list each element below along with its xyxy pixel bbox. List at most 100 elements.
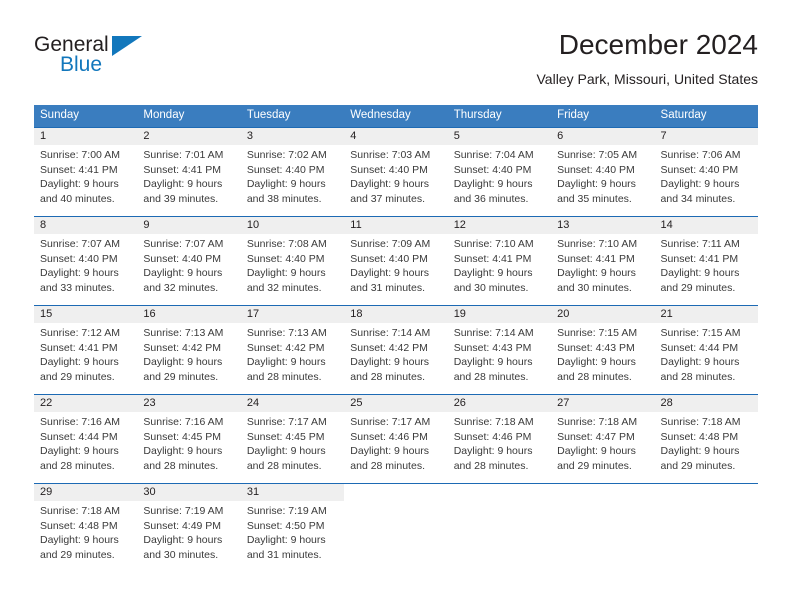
day-number: 29 xyxy=(34,484,138,501)
day-number: 10 xyxy=(240,217,345,234)
daylight-text-line2: and 28 minutes. xyxy=(246,370,322,383)
day-details: Sunrise: 7:04 AM Sunset: 4:40 PM Dayligh… xyxy=(448,145,551,206)
day-details: Sunrise: 7:01 AM Sunset: 4:41 PM Dayligh… xyxy=(137,145,240,206)
daylight-text-line2: and 31 minutes. xyxy=(350,281,425,294)
daylight-text-line1: Daylight: 9 hours xyxy=(143,534,223,547)
day-number: 19 xyxy=(447,306,552,323)
day-cell[interactable]: 19 Sunrise: 7:14 AM Sunset: 4:43 PM Dayl… xyxy=(447,306,552,394)
day-number: 25 xyxy=(344,395,448,412)
day-cell[interactable]: 18 Sunrise: 7:14 AM Sunset: 4:42 PM Dayl… xyxy=(344,306,448,394)
sunrise-text: Sunrise: 7:15 AM xyxy=(660,327,741,339)
day-cell[interactable]: 15 Sunrise: 7:12 AM Sunset: 4:41 PM Dayl… xyxy=(34,306,138,394)
day-cell[interactable]: 22 Sunrise: 7:16 AM Sunset: 4:44 PM Dayl… xyxy=(34,395,138,483)
day-cell[interactable]: 30 Sunrise: 7:19 AM Sunset: 4:49 PM Dayl… xyxy=(137,484,241,572)
day-details: Sunrise: 7:19 AM Sunset: 4:49 PM Dayligh… xyxy=(137,501,240,562)
sunset-text: Sunset: 4:40 PM xyxy=(246,163,325,176)
page-header: General Blue December 2024 Valley Park, … xyxy=(34,28,758,98)
day-details: Sunrise: 7:19 AM Sunset: 4:50 PM Dayligh… xyxy=(241,501,344,562)
day-cell[interactable]: 14 Sunrise: 7:11 AM Sunset: 4:41 PM Dayl… xyxy=(654,217,758,305)
day-cell[interactable]: 12 Sunrise: 7:10 AM Sunset: 4:41 PM Dayl… xyxy=(447,217,552,305)
general-blue-logo[interactable]: General Blue xyxy=(34,34,184,90)
day-cell[interactable]: 9 Sunrise: 7:07 AM Sunset: 4:40 PM Dayli… xyxy=(137,217,241,305)
day-cell[interactable]: 4 Sunrise: 7:03 AM Sunset: 4:40 PM Dayli… xyxy=(344,128,448,216)
sunset-text: Sunset: 4:48 PM xyxy=(40,519,118,532)
day-cell[interactable]: 11 Sunrise: 7:09 AM Sunset: 4:40 PM Dayl… xyxy=(344,217,448,305)
sunset-text: Sunset: 4:40 PM xyxy=(350,252,428,265)
day-cell[interactable]: 1 Sunrise: 7:00 AM Sunset: 4:41 PM Dayli… xyxy=(34,128,138,216)
sunrise-text: Sunrise: 7:14 AM xyxy=(453,327,534,339)
day-number: 20 xyxy=(551,306,655,323)
day-number xyxy=(448,484,551,501)
daylight-text-line1: Daylight: 9 hours xyxy=(143,178,223,191)
daylight-text-line2: and 30 minutes. xyxy=(143,548,219,561)
week-row: 1 Sunrise: 7:00 AM Sunset: 4:41 PM Dayli… xyxy=(34,127,758,216)
sunset-text: Sunset: 4:47 PM xyxy=(557,430,635,443)
daylight-text-line1: Daylight: 9 hours xyxy=(246,445,326,458)
day-details: Sunrise: 7:18 AM Sunset: 4:46 PM Dayligh… xyxy=(448,412,551,473)
day-cell[interactable]: 24 Sunrise: 7:17 AM Sunset: 4:45 PM Dayl… xyxy=(240,395,345,483)
sunset-text: Sunset: 4:40 PM xyxy=(143,252,222,265)
page-title: December 2024 xyxy=(558,29,758,60)
day-details: Sunrise: 7:07 AM Sunset: 4:40 PM Dayligh… xyxy=(34,234,137,295)
day-cell[interactable]: 10 Sunrise: 7:08 AM Sunset: 4:40 PM Dayl… xyxy=(240,217,345,305)
day-cell[interactable]: 16 Sunrise: 7:13 AM Sunset: 4:42 PM Dayl… xyxy=(137,306,241,394)
sunset-text: Sunset: 4:50 PM xyxy=(246,519,325,532)
sunset-text: Sunset: 4:46 PM xyxy=(350,430,428,443)
daylight-text-line1: Daylight: 9 hours xyxy=(350,356,430,369)
day-number: 5 xyxy=(447,128,552,145)
day-cell[interactable]: 21 Sunrise: 7:15 AM Sunset: 4:44 PM Dayl… xyxy=(654,306,758,394)
daylight-text-line1: Daylight: 9 hours xyxy=(453,356,533,369)
week-row: 8 Sunrise: 7:07 AM Sunset: 4:40 PM Dayli… xyxy=(34,216,758,305)
day-number: 4 xyxy=(344,128,448,145)
day-cell[interactable]: 3 Sunrise: 7:02 AM Sunset: 4:40 PM Dayli… xyxy=(240,128,345,216)
sunrise-text: Sunrise: 7:19 AM xyxy=(143,505,224,517)
day-number: 3 xyxy=(240,128,345,145)
day-details: Sunrise: 7:16 AM Sunset: 4:44 PM Dayligh… xyxy=(34,412,137,473)
sunset-text: Sunset: 4:41 PM xyxy=(40,163,118,176)
day-details: Sunrise: 7:16 AM Sunset: 4:45 PM Dayligh… xyxy=(137,412,240,473)
day-cell[interactable]: 8 Sunrise: 7:07 AM Sunset: 4:40 PM Dayli… xyxy=(34,217,138,305)
day-cell[interactable]: 6 Sunrise: 7:05 AM Sunset: 4:40 PM Dayli… xyxy=(551,128,655,216)
sunrise-text: Sunrise: 7:14 AM xyxy=(350,327,431,339)
day-cell-empty xyxy=(655,484,758,572)
day-number: 9 xyxy=(137,217,241,234)
day-details: Sunrise: 7:17 AM Sunset: 4:45 PM Dayligh… xyxy=(241,412,344,473)
calendar-page: General Blue December 2024 Valley Park, … xyxy=(0,0,792,612)
daylight-text-line2: and 40 minutes. xyxy=(40,192,115,205)
day-cell[interactable]: 5 Sunrise: 7:04 AM Sunset: 4:40 PM Dayli… xyxy=(447,128,552,216)
day-number xyxy=(655,484,758,501)
calendar-grid: Sunday Monday Tuesday Wednesday Thursday… xyxy=(34,105,758,572)
day-cell[interactable]: 31 Sunrise: 7:19 AM Sunset: 4:50 PM Dayl… xyxy=(240,484,345,572)
sunrise-text: Sunrise: 7:13 AM xyxy=(143,327,224,339)
sunset-text: Sunset: 4:40 PM xyxy=(660,163,739,176)
logo-text-general: General xyxy=(34,33,109,56)
day-details: Sunrise: 7:08 AM Sunset: 4:40 PM Dayligh… xyxy=(241,234,344,295)
sunrise-text: Sunrise: 7:04 AM xyxy=(453,149,534,161)
weekday-header-monday: Monday xyxy=(143,109,185,121)
daylight-text-line1: Daylight: 9 hours xyxy=(143,445,223,458)
daylight-text-line1: Daylight: 9 hours xyxy=(40,356,119,369)
sunset-text: Sunset: 4:42 PM xyxy=(143,341,222,354)
daylight-text-line2: and 35 minutes. xyxy=(557,192,632,205)
day-cell[interactable]: 27 Sunrise: 7:18 AM Sunset: 4:47 PM Dayl… xyxy=(551,395,655,483)
daylight-text-line2: and 32 minutes. xyxy=(246,281,322,294)
day-cell[interactable]: 26 Sunrise: 7:18 AM Sunset: 4:46 PM Dayl… xyxy=(447,395,552,483)
sunrise-text: Sunrise: 7:05 AM xyxy=(557,149,638,161)
day-cell[interactable]: 13 Sunrise: 7:10 AM Sunset: 4:41 PM Dayl… xyxy=(551,217,655,305)
daylight-text-line2: and 30 minutes. xyxy=(557,281,632,294)
daylight-text-line1: Daylight: 9 hours xyxy=(40,534,119,547)
day-cell[interactable]: 28 Sunrise: 7:18 AM Sunset: 4:48 PM Dayl… xyxy=(654,395,758,483)
day-cell[interactable]: 20 Sunrise: 7:15 AM Sunset: 4:43 PM Dayl… xyxy=(551,306,655,394)
day-cell[interactable]: 23 Sunrise: 7:16 AM Sunset: 4:45 PM Dayl… xyxy=(137,395,241,483)
day-details: Sunrise: 7:05 AM Sunset: 4:40 PM Dayligh… xyxy=(551,145,654,206)
day-cell[interactable]: 25 Sunrise: 7:17 AM Sunset: 4:46 PM Dayl… xyxy=(344,395,448,483)
day-cell[interactable]: 17 Sunrise: 7:13 AM Sunset: 4:42 PM Dayl… xyxy=(240,306,345,394)
day-number: 6 xyxy=(551,128,655,145)
sunrise-text: Sunrise: 7:02 AM xyxy=(246,149,327,161)
sunset-text: Sunset: 4:44 PM xyxy=(660,341,739,354)
sunrise-text: Sunrise: 7:00 AM xyxy=(40,149,120,161)
daylight-text-line2: and 29 minutes. xyxy=(660,459,736,472)
day-cell[interactable]: 7 Sunrise: 7:06 AM Sunset: 4:40 PM Dayli… xyxy=(654,128,758,216)
day-cell[interactable]: 29 Sunrise: 7:18 AM Sunset: 4:48 PM Dayl… xyxy=(34,484,138,572)
day-cell[interactable]: 2 Sunrise: 7:01 AM Sunset: 4:41 PM Dayli… xyxy=(137,128,241,216)
